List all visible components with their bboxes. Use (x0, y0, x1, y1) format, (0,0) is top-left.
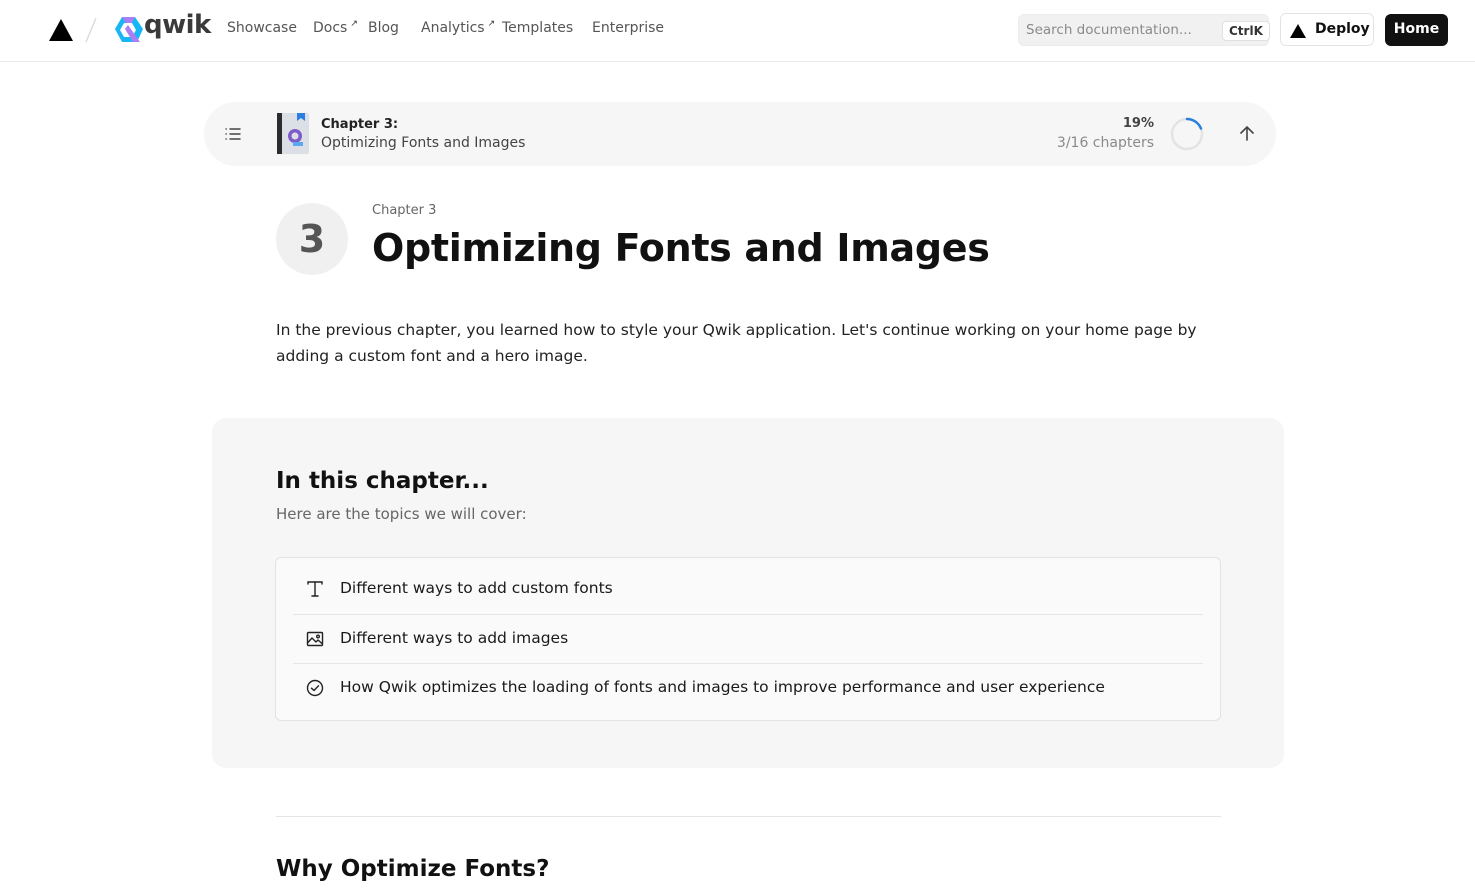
search-input[interactable] (1019, 15, 1214, 45)
deploy-button-label: Deploy (1315, 21, 1370, 37)
course-book-icon (277, 113, 309, 154)
chapter-label: Chapter 3 (372, 203, 437, 218)
nav-blog[interactable]: Blog (368, 20, 399, 36)
vercel-logo-icon[interactable] (48, 18, 74, 42)
chapter-intro: In the previous chapter, you learned how… (276, 321, 1197, 365)
search-box[interactable]: CtrlK (1018, 14, 1270, 46)
topic-label: Different ways to add custom fonts (340, 579, 613, 597)
external-link-icon: ↗ (487, 19, 496, 29)
chapter-number-badge: 3 (276, 203, 348, 275)
nav-label: Docs (313, 20, 348, 36)
nav-label: Showcase (227, 20, 297, 36)
topic-item: How Qwik optimizes the loading of fonts … (293, 663, 1203, 712)
topic-label: How Qwik optimizes the loading of fonts … (340, 678, 1105, 696)
section-divider (276, 816, 1221, 817)
progress-chapter-name: Optimizing Fonts and Images (321, 135, 526, 151)
breadcrumb-separator-icon (85, 17, 97, 43)
topic-item: Different ways to add images (293, 614, 1203, 663)
nav-templates[interactable]: Templates (502, 20, 573, 36)
home-button[interactable]: Home (1385, 14, 1448, 46)
nav-enterprise[interactable]: Enterprise (592, 20, 664, 36)
topic-label: Different ways to add images (340, 629, 569, 647)
nav-label: Enterprise (592, 20, 665, 36)
nav-showcase[interactable]: Showcase (227, 20, 297, 36)
nav-label: Templates (502, 20, 574, 36)
text-type-icon (307, 581, 323, 597)
vercel-triangle-icon (1290, 24, 1306, 38)
progress-chapter-count: 3/16 chapters (1056, 135, 1154, 151)
nav-label: Analytics (421, 20, 485, 36)
deploy-button[interactable]: Deploy (1280, 13, 1374, 46)
chapter-progress-bar: Chapter 3: Optimizing Fonts and Images 1… (204, 102, 1276, 166)
qwik-logo-icon[interactable] (113, 15, 145, 45)
section-heading: Why Optimize Fonts? (276, 856, 550, 882)
keyboard-shortcut-hint: CtrlK (1222, 21, 1270, 41)
topic-item: Different ways to add custom fonts (293, 565, 1203, 614)
nav-label: Blog (368, 20, 399, 36)
overview-title: In this chapter... (276, 468, 489, 494)
image-icon (306, 631, 324, 647)
scroll-to-top-icon[interactable] (1237, 124, 1257, 144)
brand-wordmark[interactable]: qwik (144, 10, 211, 40)
nav-analytics[interactable]: Analytics ↗ (421, 19, 496, 36)
page-title: Optimizing Fonts and Images (372, 226, 990, 270)
external-link-icon: ↗ (350, 19, 358, 29)
nav-docs[interactable]: Docs ↗ (313, 19, 358, 36)
overview-subtitle: Here are the topics we will cover: (276, 505, 527, 523)
topics-list: Different ways to add custom fonts Diffe… (275, 557, 1221, 721)
progress-chapter-label: Chapter 3: (321, 117, 399, 132)
check-circle-icon (306, 679, 324, 697)
progress-ring-icon (1170, 117, 1204, 151)
table-of-contents-icon[interactable] (224, 125, 242, 143)
top-navigation-bar: qwik Showcase Docs ↗ Blog Analytics ↗ Temp… (0, 0, 1475, 62)
progress-percent: 19% (1122, 116, 1154, 131)
chapter-overview-card: In this chapter... Here are the topics w… (212, 418, 1284, 768)
